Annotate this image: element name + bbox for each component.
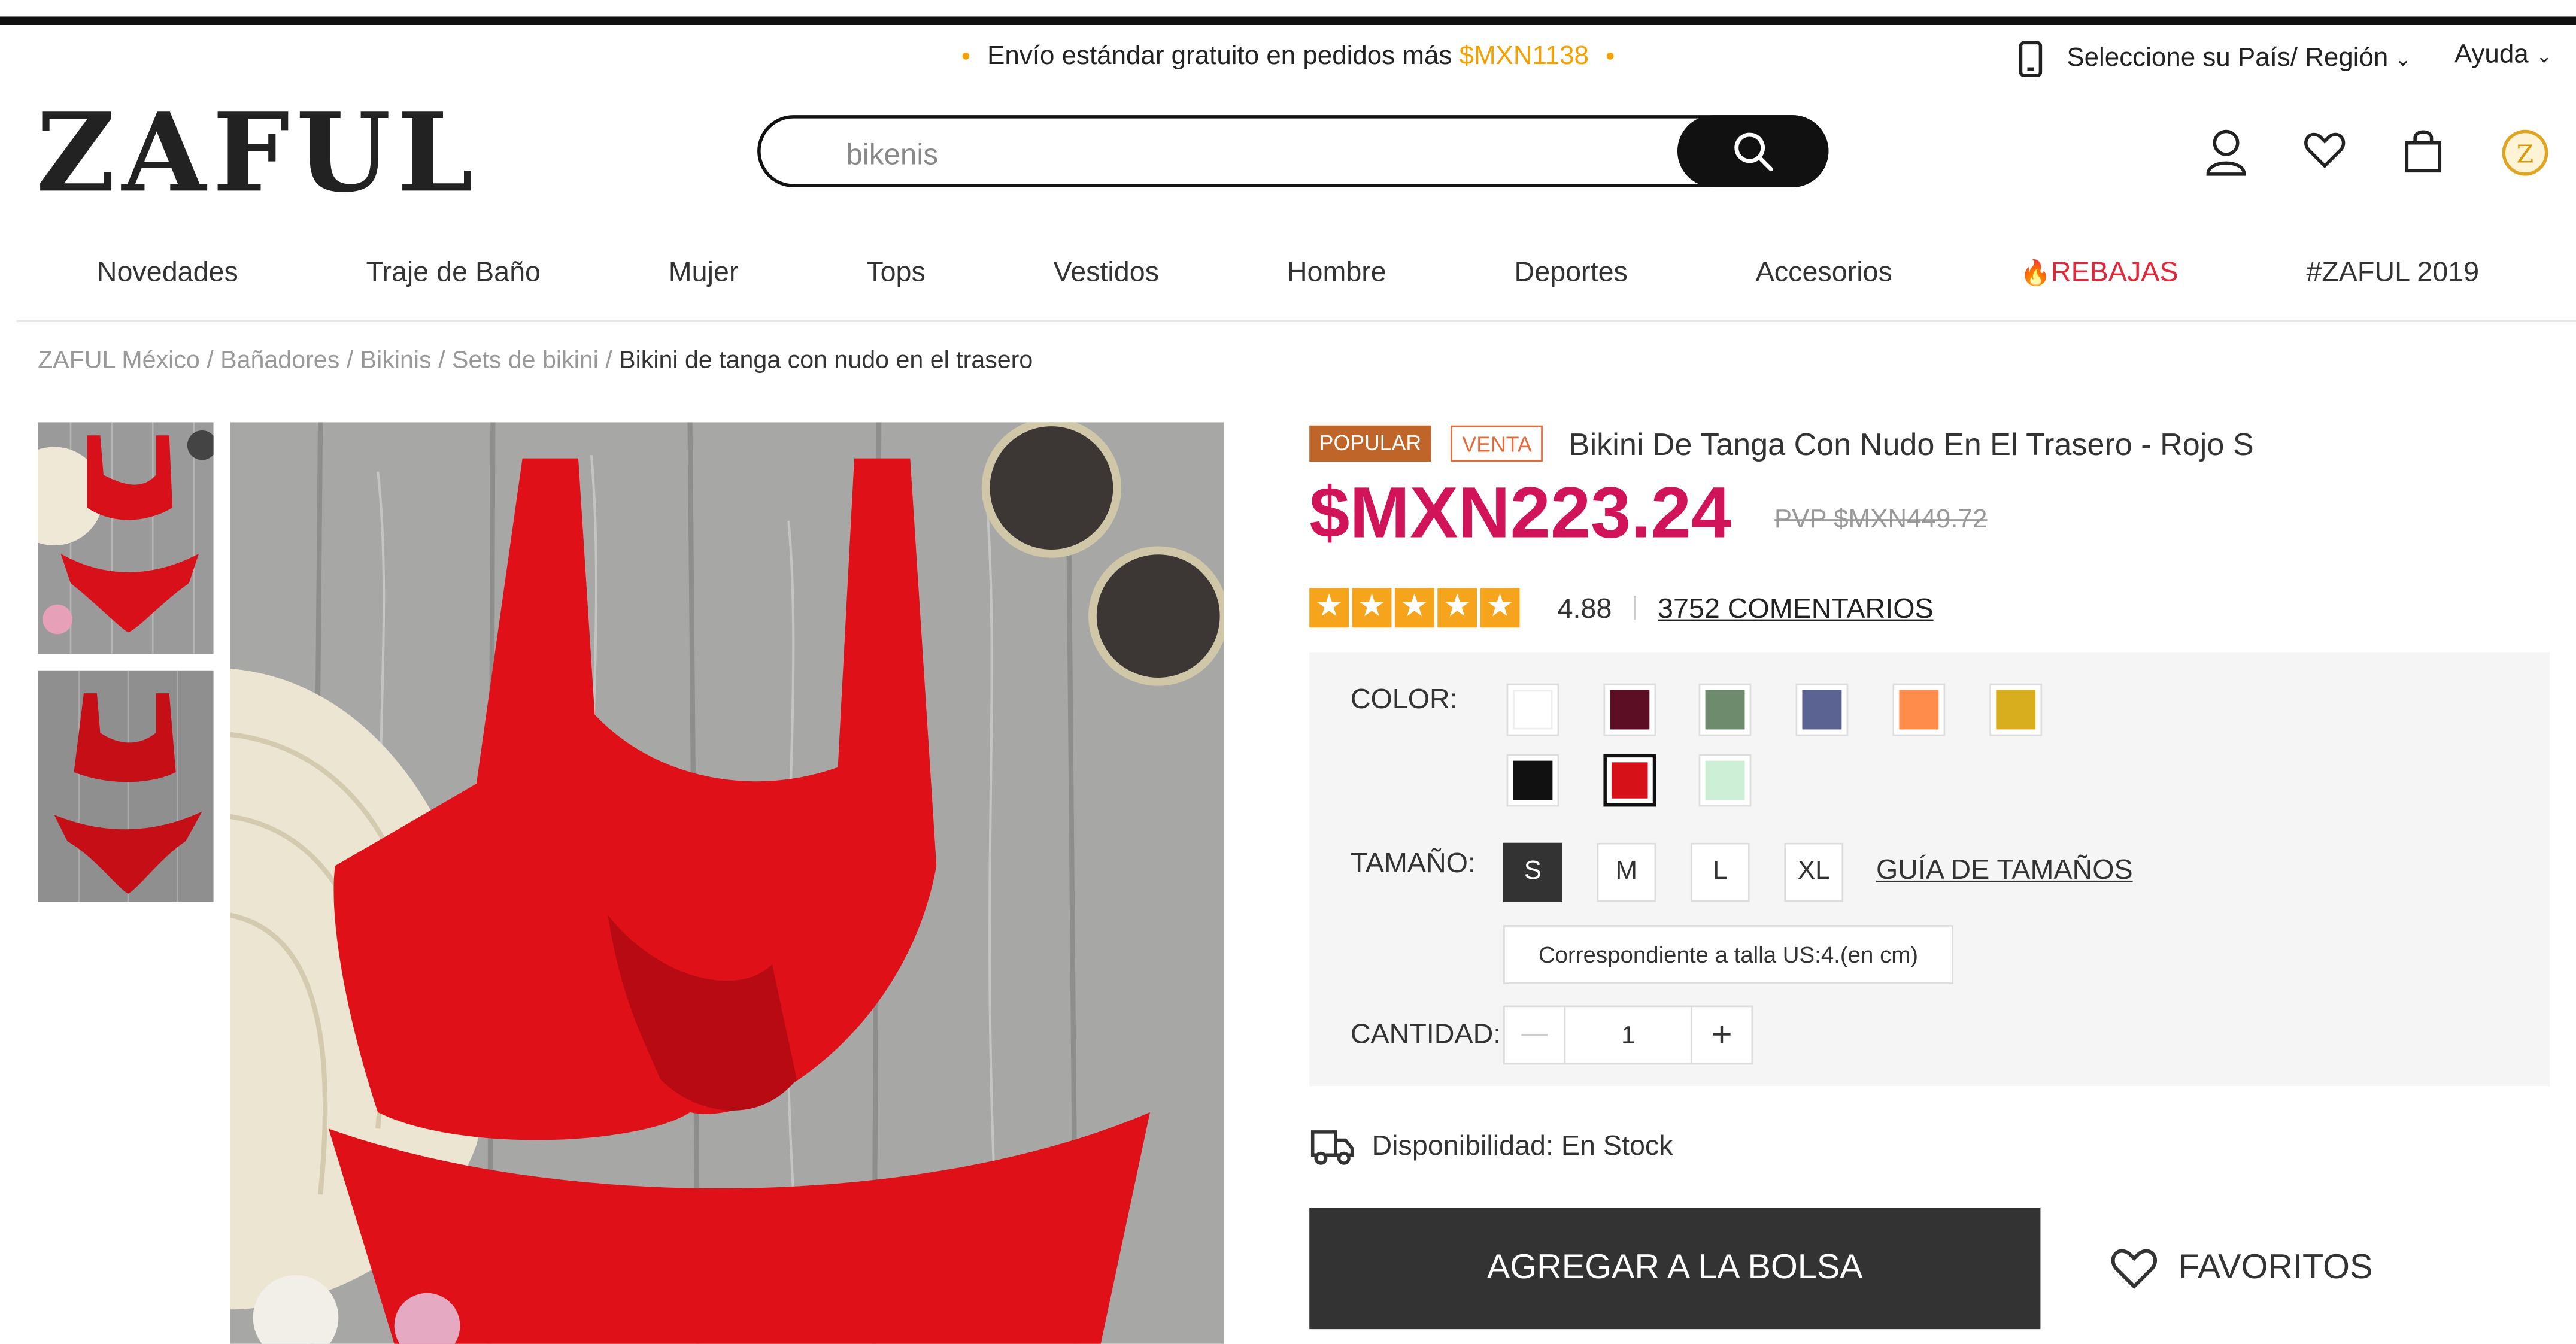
search-icon	[1734, 132, 1773, 172]
svg-text:Z: Z	[2517, 140, 2534, 169]
nav-item-accesorios[interactable]: Accesorios	[1756, 256, 1892, 318]
color-swatch-white[interactable]	[1506, 683, 1559, 736]
color-swatch-fill	[1612, 762, 1648, 799]
add-to-bag-button[interactable]: AGREGAR A LA BOLSA	[1309, 1208, 2041, 1330]
color-swatch-mustard[interactable]	[1989, 683, 2043, 736]
search-input[interactable]	[842, 136, 1606, 174]
top-border	[0, 16, 2576, 25]
nav-item-rebajas[interactable]: 🔥REBAJAS	[2020, 256, 2178, 318]
shopping-bag-icon[interactable]	[2402, 128, 2444, 174]
size-option-m[interactable]: M	[1597, 842, 1656, 902]
color-swatch-fill	[1899, 690, 1939, 730]
promo-amount: $MXN1138	[1459, 43, 1589, 71]
header-icons: Z	[2205, 128, 2550, 177]
star-icon: ★	[1394, 588, 1434, 628]
nav-item-novedades[interactable]: Novedades	[97, 256, 238, 318]
quantity-input[interactable]: 1	[1565, 1007, 1691, 1063]
breadcrumb-bikinis[interactable]: Bikinis	[360, 347, 432, 375]
promo-text: Envío estándar gratuito en pedidos más	[987, 43, 1460, 71]
color-swatch-fill	[1705, 760, 1745, 800]
heart-icon	[2111, 1249, 2158, 1290]
nav-item-traje-de-bano[interactable]: Traje de Baño	[366, 256, 541, 318]
availability-text: Disponibilidad: En Stock	[1372, 1130, 1673, 1162]
rating-stars: ★ ★ ★ ★ ★	[1309, 588, 1520, 628]
original-price: PVP $MXN449.72	[1774, 506, 1988, 534]
quantity-increment-button[interactable]: +	[1690, 1007, 1752, 1063]
nav-item-hombre[interactable]: Hombre	[1287, 256, 1386, 318]
help-menu[interactable]: Ayuda ⌄	[2454, 41, 2553, 71]
size-option-xl[interactable]: XL	[1784, 842, 1844, 902]
quantity-stepper: — 1 +	[1503, 1005, 1753, 1065]
size-guide-link[interactable]: GUÍA DE TAMAÑOS	[1876, 854, 2133, 887]
zaful-coin-icon[interactable]: Z	[2501, 128, 2550, 177]
color-swatch-orange[interactable]	[1892, 683, 1946, 736]
star-icon: ★	[1437, 588, 1477, 628]
product-thumbnail[interactable]	[38, 422, 214, 654]
breadcrumb-current: Bikini de tanga con nudo en el trasero	[619, 347, 1033, 375]
sale-badge: VENTA	[1451, 425, 1543, 462]
nav-item-zaful-2019[interactable]: #ZAFUL 2019	[2306, 256, 2479, 318]
nav-item-deportes[interactable]: Deportes	[1515, 256, 1628, 318]
size-option-l[interactable]: L	[1690, 842, 1750, 902]
color-swatch-fill	[1802, 690, 1842, 730]
breadcrumb-banadores[interactable]: Bañadores	[220, 347, 339, 375]
color-swatch-fill	[1513, 760, 1553, 800]
rating-separator: |	[1631, 593, 1639, 621]
size-label: TAMAÑO:	[1350, 848, 1476, 879]
reviews-link[interactable]: 3752 COMENTARIOS	[1658, 593, 1934, 626]
quantity-decrement-button[interactable]: —	[1505, 1007, 1566, 1063]
size-option-s[interactable]: S	[1503, 842, 1562, 902]
search-button[interactable]	[1677, 115, 1829, 187]
help-label: Ayuda	[2454, 41, 2529, 69]
color-swatch-fill	[1610, 690, 1650, 730]
color-label: COLOR:	[1350, 683, 1458, 715]
nav-item-vestidos[interactable]: Vestidos	[1054, 256, 1159, 318]
breadcrumb: ZAFUL México / Bañadores / Bikinis / Set…	[38, 347, 1033, 375]
color-swatch-mint[interactable]	[1698, 754, 1752, 807]
breadcrumb-sets[interactable]: Sets de bikini	[452, 347, 599, 375]
color-swatch-fill	[1705, 690, 1745, 730]
product-main-image	[230, 422, 1224, 1344]
color-swatch-green[interactable]	[1698, 683, 1752, 736]
user-icon[interactable]	[2205, 128, 2247, 177]
region-selector[interactable]: Seleccione su País/ Región ⌄	[2017, 41, 2411, 77]
chevron-down-icon: ⌄	[2535, 44, 2553, 68]
popular-badge: POPULAR	[1309, 425, 1431, 462]
nav-item-mujer[interactable]: Mujer	[669, 256, 739, 318]
color-swatch-blue[interactable]	[1795, 683, 1849, 736]
color-swatch-fill	[1996, 690, 2036, 730]
color-swatch-burgundy[interactable]	[1603, 683, 1656, 736]
search-bar	[757, 115, 1829, 187]
favorites-label: FAVORITOS	[2178, 1248, 2373, 1287]
size-note: Correspondiente a talla US:4.(en cm)	[1503, 925, 1953, 984]
nav-item-tops[interactable]: Tops	[866, 256, 926, 318]
product-thumbnail[interactable]	[38, 670, 214, 902]
nav-divider	[16, 320, 2576, 322]
main-nav: Novedades Traje de Baño Mujer Tops Vesti…	[0, 256, 2576, 318]
region-label: Seleccione su País/ Región	[2067, 44, 2389, 72]
quantity-label: CANTIDAD:	[1350, 1018, 1501, 1050]
availability: Disponibilidad: En Stock	[1309, 1127, 1673, 1167]
star-icon: ★	[1480, 588, 1520, 628]
chevron-down-icon: ⌄	[2395, 47, 2411, 71]
color-swatch-fill	[1513, 690, 1553, 730]
mobile-phone-icon	[2019, 41, 2043, 77]
heart-icon[interactable]	[2304, 128, 2346, 171]
product-title: Bikini De Tanga Con Nudo En El Trasero -…	[1568, 429, 2254, 463]
favorites-button[interactable]: FAVORITOS	[2110, 1245, 2373, 1291]
delivery-truck-icon	[1310, 1130, 1354, 1165]
star-icon: ★	[1309, 588, 1349, 628]
site-logo[interactable]: ZAFUL	[36, 89, 480, 217]
flame-icon: 🔥	[2020, 259, 2051, 288]
star-icon: ★	[1352, 588, 1392, 628]
rating-value: 4.88	[1557, 593, 1612, 624]
color-swatch-black[interactable]	[1506, 754, 1559, 807]
product-price: $MXN223.24	[1309, 473, 1732, 554]
color-swatch-red-selected[interactable]	[1603, 754, 1656, 807]
breadcrumb-home[interactable]: ZAFUL México	[38, 347, 200, 375]
